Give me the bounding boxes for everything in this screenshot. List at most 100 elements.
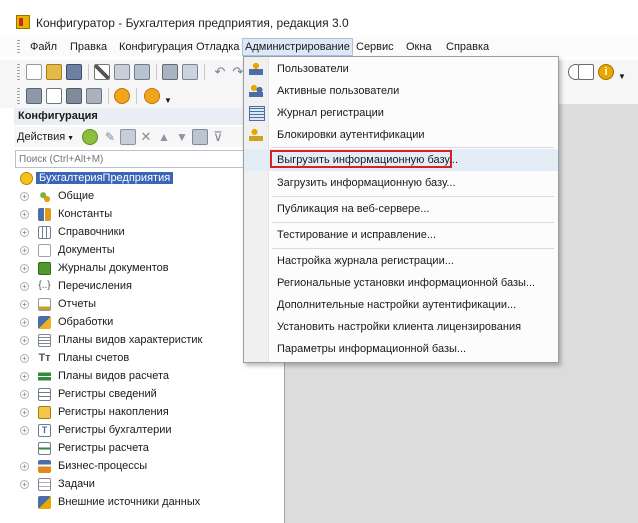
notes-icon[interactable]: [578, 64, 594, 80]
tree-item-chart-characteristics[interactable]: + Планы видов характеристик: [18, 332, 278, 350]
expand-icon[interactable]: +: [20, 264, 29, 273]
tree-item-tasks[interactable]: + Задачи: [18, 476, 278, 494]
copy-item-icon[interactable]: [120, 129, 136, 145]
menu-edit[interactable]: Правка: [68, 40, 109, 55]
tree-item-business-process[interactable]: + Бизнес-процессы: [18, 458, 278, 476]
catalogs-icon: [38, 226, 51, 239]
tree-item-catalogs[interactable]: + Справочники: [18, 224, 278, 242]
new-file-icon[interactable]: [26, 64, 42, 80]
expand-icon[interactable]: +: [20, 390, 29, 399]
tree-root[interactable]: БухгалтерияПредприятия: [18, 170, 278, 188]
menu-item-event-log-settings[interactable]: Настройка журнала регистрации...: [244, 250, 558, 272]
tree-item-enums[interactable]: + {..} Перечисления: [18, 278, 278, 296]
info-icon[interactable]: i: [598, 64, 614, 80]
toolbar-grip-2[interactable]: [17, 88, 20, 104]
expand-icon[interactable]: +: [20, 300, 29, 309]
print-icon[interactable]: [162, 64, 178, 80]
properties-icon[interactable]: [86, 88, 102, 104]
tree-item-documents[interactable]: + Документы: [18, 242, 278, 260]
expand-icon[interactable]: +: [20, 354, 29, 363]
expand-icon[interactable]: +: [20, 426, 29, 435]
expand-icon[interactable]: +: [20, 246, 29, 255]
tree-item-calc-registers[interactable]: Регистры расчета: [18, 440, 278, 458]
cut-icon[interactable]: [94, 64, 110, 80]
actions-menu-button[interactable]: Действия ▼: [17, 131, 74, 143]
move-down-icon[interactable]: ▼: [174, 129, 190, 145]
expand-icon[interactable]: +: [20, 282, 29, 291]
tree-item-chart-calculation[interactable]: + Планы видов расчета: [18, 368, 278, 386]
run-enterprise-icon[interactable]: [144, 88, 160, 104]
move-up-icon[interactable]: ▲: [156, 129, 172, 145]
menu-help[interactable]: Справка: [444, 40, 491, 55]
open-folder-icon[interactable]: [46, 64, 62, 80]
menu-service[interactable]: Сервис: [354, 40, 396, 55]
search-input[interactable]: [15, 150, 277, 168]
expand-icon[interactable]: +: [20, 336, 29, 345]
save-icon[interactable]: [66, 64, 82, 80]
expand-icon[interactable]: +: [20, 192, 29, 201]
expand-icon[interactable]: +: [20, 210, 29, 219]
menu-item-users[interactable]: Пользователи: [244, 58, 558, 80]
copy-icon[interactable]: [114, 64, 130, 80]
expand-icon[interactable]: +: [20, 480, 29, 489]
tree-item-processing[interactable]: + Обработки: [18, 314, 278, 332]
menu-administration[interactable]: Администрирование: [242, 38, 353, 56]
expand-icon[interactable]: +: [20, 228, 29, 237]
menu-windows[interactable]: Окна: [404, 40, 434, 55]
delete-icon[interactable]: ✕: [138, 129, 154, 145]
expand-icon[interactable]: +: [20, 408, 29, 417]
expand-icon[interactable]: +: [20, 372, 29, 381]
print-preview-icon[interactable]: [182, 64, 198, 80]
title-bar: Конфигуратор - Бухгалтерия предприятия, …: [0, 0, 638, 34]
tree-item-journals[interactable]: + Журналы документов: [18, 260, 278, 278]
event-log-icon: [249, 106, 265, 121]
menu-item-event-log[interactable]: Журнал регистрации: [244, 102, 558, 124]
menu-item-regional-settings[interactable]: Региональные установки информационной ба…: [244, 272, 558, 294]
chevron-down-icon[interactable]: ▼: [618, 72, 626, 81]
tree-item-external-data[interactable]: Внешние источники данных: [18, 494, 278, 512]
tasks-icon: [38, 478, 51, 491]
panel-title: Конфигурация: [18, 110, 98, 122]
configuration-window-icon[interactable]: [26, 88, 42, 104]
menu-item-infobase-parameters[interactable]: Параметры информационной базы...: [244, 338, 558, 360]
tree-item-common[interactable]: + Общие: [18, 188, 278, 206]
undo-icon[interactable]: ↶: [212, 64, 228, 80]
tree-item-info-registers[interactable]: + Регистры сведений: [18, 386, 278, 404]
menu-item-auth-locks[interactable]: Блокировки аутентификации: [244, 124, 558, 146]
menu-configuration[interactable]: Конфигурация: [117, 40, 195, 55]
db-update-icon[interactable]: [66, 88, 82, 104]
toolbar-grip[interactable]: [17, 64, 20, 80]
tree-item-constants[interactable]: + Константы: [18, 206, 278, 224]
expand-icon[interactable]: +: [20, 318, 29, 327]
menu-item-license-client-settings[interactable]: Установить настройки клиента лицензирова…: [244, 316, 558, 338]
expand-icon[interactable]: +: [20, 462, 29, 471]
menu-item-export-infobase[interactable]: Выгрузить информационную базу...: [244, 149, 558, 171]
menu-item-active-users[interactable]: Активные пользователи: [244, 80, 558, 102]
menu-debug[interactable]: Отладка: [194, 40, 241, 55]
chart-characteristics-icon: [38, 334, 51, 347]
start-debug-icon[interactable]: [114, 88, 130, 104]
menu-item-import-infobase[interactable]: Загрузить информационную базу...: [244, 172, 558, 194]
menu-file[interactable]: Файл: [28, 40, 59, 55]
tree-item-chart-accounts[interactable]: + Тт Планы счетов: [18, 350, 278, 368]
menubar-grip[interactable]: [17, 40, 20, 54]
accounting-registers-icon: Т: [38, 424, 51, 437]
sort-icon[interactable]: [192, 129, 208, 145]
menu-item-web-publishing[interactable]: Публикация на веб-сервере...: [244, 198, 558, 220]
chart-calculation-icon: [38, 370, 51, 383]
syntax-check-icon[interactable]: [46, 88, 62, 104]
app-icon: [16, 15, 30, 29]
paste-icon[interactable]: [134, 64, 150, 80]
chevron-down-icon[interactable]: ▼: [164, 96, 172, 105]
calc-registers-icon: [38, 442, 51, 455]
tree-item-accounting-registers[interactable]: + Т Регистры бухгалтерии: [18, 422, 278, 440]
tree-item-accum-registers[interactable]: + Регистры накопления: [18, 404, 278, 422]
add-icon[interactable]: [82, 129, 98, 145]
filter-icon[interactable]: ⊽: [210, 129, 226, 145]
tree-root-label: БухгалтерияПредприятия: [36, 172, 174, 184]
tree-item-reports[interactable]: + Отчеты: [18, 296, 278, 314]
menu-item-auth-settings[interactable]: Дополнительные настройки аутентификации.…: [244, 294, 558, 316]
edit-icon[interactable]: ✎: [102, 129, 118, 145]
actions-bar: Действия ▼ ✎ ✕ ▲ ▼ ⊽: [14, 127, 278, 147]
menu-item-test-repair[interactable]: Тестирование и исправление...: [244, 224, 558, 246]
